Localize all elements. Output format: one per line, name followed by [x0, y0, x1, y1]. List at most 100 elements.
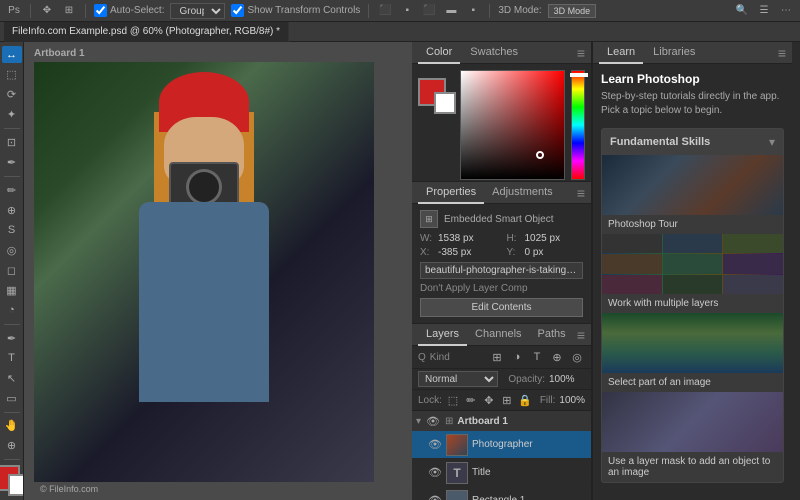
layer-vis-rectangle[interactable]: 👁: [428, 494, 442, 500]
learn-item-mask[interactable]: Use a layer mask to add an object to an …: [602, 392, 783, 482]
layer-vis-photographer[interactable]: 👁: [428, 438, 442, 452]
search-icon[interactable]: 🔍: [734, 3, 750, 19]
tab-learn[interactable]: Learn: [599, 42, 643, 64]
blend-mode-select[interactable]: Normal Multiply Screen: [418, 371, 498, 387]
shape-tool[interactable]: ▭: [2, 390, 22, 407]
hand-tool[interactable]: 🤚: [2, 417, 22, 434]
color-preview-box: [418, 70, 454, 180]
lock-brush-icon[interactable]: ✏: [464, 392, 478, 408]
learn-section-fundamental: Fundamental Skills ▾ Photoshop Tour: [601, 128, 784, 483]
learn-item-layers[interactable]: Work with multiple layers: [602, 234, 783, 313]
tab-paths[interactable]: Paths: [530, 324, 574, 346]
learn-thumb-sub6: [723, 254, 783, 273]
layer-vis-title[interactable]: 👁: [428, 466, 442, 480]
move-icon[interactable]: ✥: [39, 3, 55, 19]
canvas-image[interactable]: [34, 62, 374, 482]
layer-row-title[interactable]: 👁 T Title: [412, 459, 591, 487]
filter-adj-icon[interactable]: ◑: [509, 349, 525, 365]
app-icon: Ps: [6, 3, 22, 19]
edit-contents-button[interactable]: Edit Contents: [420, 298, 583, 317]
align4[interactable]: ▬: [443, 3, 459, 19]
color-swatches[interactable]: [0, 465, 24, 496]
zoom-tool[interactable]: ⊕: [2, 437, 22, 454]
filter-text-icon[interactable]: T: [529, 349, 545, 365]
3d-mode-btn[interactable]: 3D Mode: [548, 4, 597, 18]
artboard-arrow[interactable]: ▾: [416, 416, 421, 427]
lock-position-icon[interactable]: ✥: [482, 392, 496, 408]
healing-tool[interactable]: ⊕: [2, 202, 22, 219]
learn-item-select[interactable]: Select part of an image: [602, 313, 783, 392]
file-tab[interactable]: FileInfo.com Example.psd @ 60% (Photogra…: [4, 22, 289, 42]
layer-thumb-text-inner: T: [447, 463, 467, 483]
arrange-icon[interactable]: ⊞: [61, 3, 77, 19]
gradient-tool[interactable]: ▦: [2, 282, 22, 299]
align3[interactable]: ⬛: [421, 3, 437, 19]
align2[interactable]: ▪: [399, 3, 415, 19]
layers-more-icon[interactable]: ≡: [577, 327, 585, 343]
color-bg[interactable]: [434, 92, 456, 114]
sep3: [368, 4, 369, 18]
color-more-icon[interactable]: ≡: [577, 45, 585, 61]
marquee-tool[interactable]: ⬚: [2, 66, 22, 83]
learn-title: Learn Photoshop: [601, 72, 784, 86]
auto-select-label: Auto-Select:: [94, 4, 164, 17]
color-spectrum[interactable]: [571, 70, 585, 180]
props-more-icon[interactable]: ≡: [577, 185, 585, 201]
props-link[interactable]: Don't Apply Layer Comp: [420, 283, 583, 294]
path-tool[interactable]: ↖: [2, 370, 22, 387]
tab-adjustments[interactable]: Adjustments: [484, 182, 561, 204]
crop-tool[interactable]: ⊡: [2, 134, 22, 151]
brush-tool[interactable]: ✏: [2, 182, 22, 199]
props-dimensions: W: 1538 px H: 1025 px X: -385 px Y:: [420, 233, 583, 258]
align5[interactable]: ▪: [465, 3, 481, 19]
center-right-panel: Color Swatches ≡: [412, 42, 592, 500]
eyedropper-tool[interactable]: ✒: [2, 154, 22, 171]
layer-name-photographer: Photographer: [472, 439, 587, 450]
artboard-group-row[interactable]: ▾ 👁 ⊞ Artboard 1: [412, 411, 591, 431]
tab-color[interactable]: Color: [418, 42, 460, 64]
align1[interactable]: ⬛: [377, 3, 393, 19]
eraser-tool[interactable]: ◻: [2, 262, 22, 279]
props-h: H: 1025 px: [507, 233, 584, 244]
learn-more-icon[interactable]: ≡: [778, 45, 786, 61]
color-picker[interactable]: [460, 70, 565, 180]
layer-row-rectangle[interactable]: 👁 Rectangle 1: [412, 487, 591, 500]
lasso-tool[interactable]: ⟳: [2, 86, 22, 103]
layer-thumb-rectangle: [446, 490, 468, 500]
stamp-tool[interactable]: S: [2, 222, 22, 239]
filter-smart-icon[interactable]: ⊕: [549, 349, 565, 365]
filter-type-icon[interactable]: ⊞: [489, 349, 505, 365]
lock-transparent-icon[interactable]: ⬚: [446, 392, 460, 408]
workspace-icon[interactable]: ☰: [756, 3, 772, 19]
learn-thumb-select: [602, 313, 783, 373]
layer-row-photographer[interactable]: 👁 Photographer: [412, 431, 591, 459]
tab-properties[interactable]: Properties: [418, 182, 484, 204]
fundamental-skills-header[interactable]: Fundamental Skills ▾: [602, 129, 783, 155]
artboard-visibility[interactable]: 👁: [425, 413, 441, 429]
tab-channels[interactable]: Channels: [467, 324, 529, 346]
move-tool[interactable]: ↔: [2, 46, 22, 63]
settings-icon[interactable]: ⋯: [778, 3, 794, 19]
tool-sep1: [4, 128, 20, 129]
filter-color-icon[interactable]: ◎: [569, 349, 585, 365]
background-color[interactable]: [8, 474, 25, 496]
history-tool[interactable]: ◎: [2, 242, 22, 259]
tab-swatches[interactable]: Swatches: [462, 42, 526, 64]
quick-select-tool[interactable]: ✦: [2, 106, 22, 123]
tab-layers[interactable]: Layers: [418, 324, 467, 346]
lock-artboard-icon[interactable]: ⊞: [500, 392, 514, 408]
dodge-tool[interactable]: ◔: [2, 302, 22, 319]
layer-thumb-title: T: [446, 462, 468, 484]
tab-libraries[interactable]: Libraries: [645, 42, 703, 64]
type-tool[interactable]: T: [2, 350, 22, 367]
transform-checkbox[interactable]: [231, 4, 244, 17]
learn-panel: Learn Libraries ≡ Learn Photoshop Step-b…: [592, 42, 792, 500]
props-content: ⊞ Embedded Smart Object W: 1538 px H: 10…: [412, 204, 591, 323]
learn-item-tour[interactable]: Photoshop Tour: [602, 155, 783, 234]
color-fg-bg[interactable]: [418, 78, 454, 114]
learn-thumb-sub2: [663, 234, 723, 253]
auto-select-checkbox[interactable]: [94, 4, 107, 17]
auto-select-select[interactable]: Group Layer: [170, 3, 225, 19]
pen-tool[interactable]: ✒: [2, 330, 22, 347]
lock-all-icon[interactable]: 🔒: [518, 392, 532, 408]
